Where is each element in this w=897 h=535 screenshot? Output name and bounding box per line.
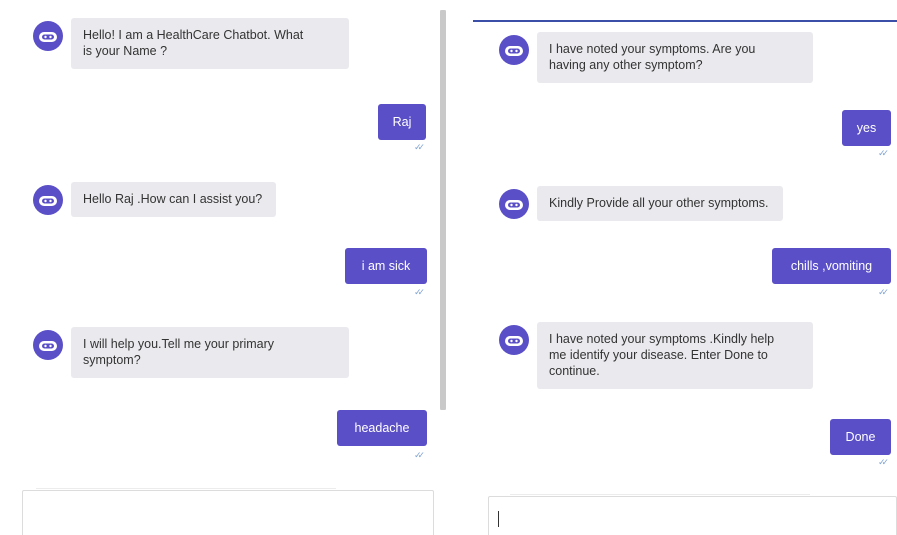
bot-message-text: I will help you.Tell me your primary sym… bbox=[71, 327, 349, 378]
double-check-icon: ✓✓ bbox=[414, 142, 425, 152]
user-message: Raj bbox=[378, 104, 426, 140]
bot-message: I have noted your symptoms .Kindly help … bbox=[498, 322, 813, 389]
robot-head-icon bbox=[33, 330, 63, 360]
divider bbox=[36, 488, 336, 489]
double-check-icon: ✓✓ bbox=[414, 450, 425, 460]
message-input[interactable] bbox=[488, 496, 897, 535]
double-check-icon: ✓✓ bbox=[878, 457, 889, 467]
bot-message: Kindly Provide all your other symptoms. bbox=[498, 186, 783, 221]
bot-message: I will help you.Tell me your primary sym… bbox=[32, 327, 349, 378]
user-message: Done bbox=[830, 419, 891, 455]
chat-window-left: Hello! I am a HealthCare Chatbot. What i… bbox=[0, 0, 448, 535]
robot-head-icon bbox=[33, 21, 63, 51]
user-message: yes bbox=[842, 110, 891, 146]
scrollbar[interactable] bbox=[440, 10, 446, 410]
bot-message-text: Hello! I am a HealthCare Chatbot. What i… bbox=[71, 18, 349, 69]
robot-head-icon bbox=[33, 185, 63, 215]
robot-head-icon bbox=[499, 325, 529, 355]
user-message: chills ,vomiting bbox=[772, 248, 891, 284]
text-caret bbox=[498, 511, 499, 527]
bot-message: Hello! I am a HealthCare Chatbot. What i… bbox=[32, 18, 349, 69]
header-divider bbox=[473, 20, 897, 22]
user-message: headache bbox=[337, 410, 427, 446]
user-message: i am sick bbox=[345, 248, 427, 284]
chat-window-right: I have noted your symptoms. Are you havi… bbox=[470, 0, 897, 535]
bot-message-text: I have noted your symptoms .Kindly help … bbox=[537, 322, 813, 389]
bot-message: I have noted your symptoms. Are you havi… bbox=[498, 32, 813, 83]
bot-message-text: Kindly Provide all your other symptoms. bbox=[537, 186, 783, 221]
message-input[interactable] bbox=[22, 490, 434, 535]
double-check-icon: ✓✓ bbox=[878, 287, 889, 297]
robot-head-icon bbox=[499, 189, 529, 219]
bot-message-text: I have noted your symptoms. Are you havi… bbox=[537, 32, 813, 83]
double-check-icon: ✓✓ bbox=[878, 148, 889, 158]
scrollbar-thumb[interactable] bbox=[440, 10, 446, 410]
divider bbox=[510, 494, 810, 495]
bot-message: Hello Raj .How can I assist you? bbox=[32, 182, 277, 217]
robot-head-icon bbox=[499, 35, 529, 65]
double-check-icon: ✓✓ bbox=[414, 287, 425, 297]
bot-message-text: Hello Raj .How can I assist you? bbox=[71, 182, 277, 217]
